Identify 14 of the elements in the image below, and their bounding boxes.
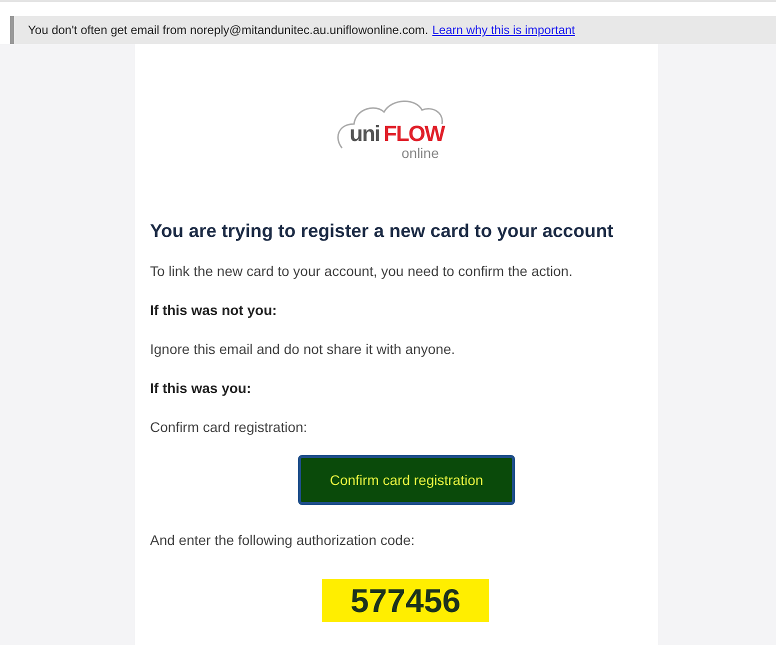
authorization-code: 577456 [322, 579, 489, 622]
body-text: Ignore this email and do not share it with anyone. [150, 340, 456, 358]
logo-brand-text: FLOW [384, 121, 444, 147]
section-label: If this was not you: [150, 301, 278, 319]
body-text: And enter the following authorization code: [150, 531, 416, 549]
body-text: To link the new card to your account, you need to confirm the action. [150, 262, 574, 280]
email-heading: You are trying to register a new card to your account [150, 220, 614, 242]
notice-text: You don't often get email from noreply@mitandunitec.au.uniflowonline.com. [28, 23, 428, 37]
logo-text: uni [350, 121, 380, 147]
learn-why-link[interactable]: Learn why this is important [432, 23, 575, 37]
logo-subtext: online [402, 145, 439, 161]
section-label: If this was you: [150, 379, 252, 397]
confirm-button[interactable]: Confirm card registration [298, 455, 515, 505]
body-text: Confirm card registration: [150, 418, 308, 436]
